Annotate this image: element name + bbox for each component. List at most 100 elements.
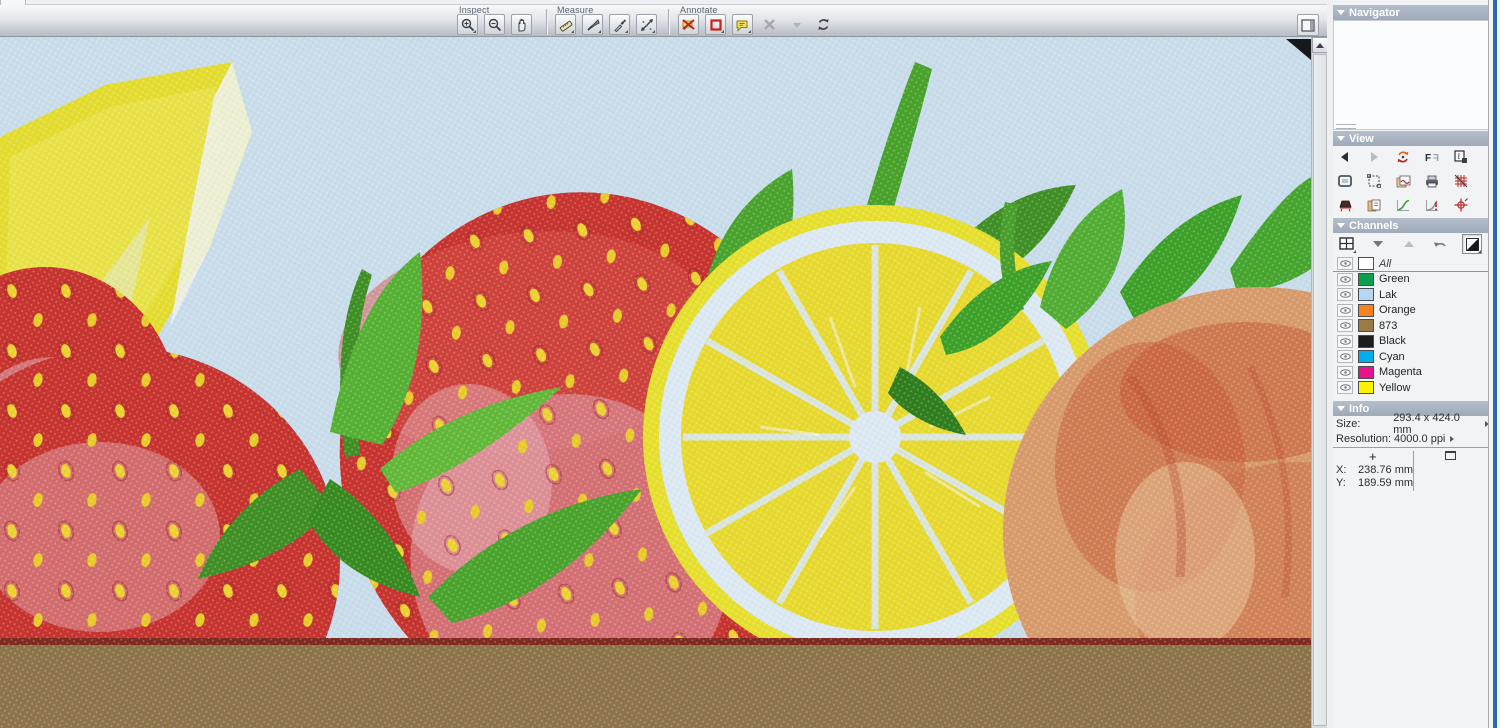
visibility-toggle[interactable]	[1337, 365, 1353, 379]
svg-text:F: F	[1433, 153, 1439, 163]
viewing-lamp-button[interactable]	[1335, 196, 1355, 214]
vertical-scrollbar[interactable]	[1311, 37, 1328, 728]
channel-row-green[interactable]: Green	[1333, 272, 1489, 288]
visibility-toggle[interactable]	[1337, 303, 1353, 317]
eye-icon	[1339, 353, 1351, 361]
channel-swatch	[1358, 319, 1374, 333]
zoom-in-button[interactable]	[457, 14, 478, 35]
caliper-button[interactable]	[582, 14, 603, 35]
y-value: 189.59 mm	[1358, 476, 1414, 489]
moire-grid-button[interactable]	[1451, 172, 1471, 190]
channel-swatch	[1358, 272, 1374, 286]
contrast-view-button[interactable]	[1462, 234, 1482, 254]
curve-warning-button[interactable]	[1422, 196, 1442, 214]
compare-documents-icon	[1367, 199, 1381, 211]
x-label: X:	[1336, 463, 1347, 476]
panel-title: Info	[1349, 402, 1370, 415]
navigator-resize-handle[interactable]	[1336, 124, 1356, 129]
collapse-triangle-icon	[1337, 223, 1345, 228]
visibility-toggle[interactable]	[1337, 381, 1353, 395]
disclosure-icon[interactable]	[1450, 435, 1455, 442]
channel-row-orange[interactable]: Orange	[1333, 303, 1489, 319]
size-row: Size: 293.4 x 424.0 mm	[1333, 412, 1489, 436]
channel-row-cyan[interactable]: Cyan	[1333, 349, 1489, 365]
measure-distance-button[interactable]	[636, 14, 657, 35]
channel-row-yellow[interactable]: Yellow	[1333, 380, 1489, 396]
halftone-fruit-image	[0, 37, 1311, 728]
channel-row-lak[interactable]: Lak	[1333, 287, 1489, 303]
collapse-triangle-icon	[1337, 406, 1345, 411]
view-panel-header[interactable]: View	[1333, 131, 1489, 146]
contrast-icon	[1465, 237, 1479, 251]
channel-name: Yellow	[1379, 381, 1411, 394]
navigator-preview[interactable]	[1333, 20, 1489, 130]
svg-text:I: I	[1458, 152, 1461, 161]
hide-annotations-button[interactable]	[678, 14, 699, 35]
image-canvas[interactable]	[0, 37, 1311, 728]
dropdown-corner-icon	[748, 30, 751, 33]
seamless-repeat-button[interactable]	[1393, 172, 1413, 190]
zoom-out-button[interactable]	[484, 14, 505, 35]
annotation-options-button	[786, 14, 807, 35]
y-label: Y:	[1336, 476, 1346, 489]
mirror-view-button[interactable]: F F	[1422, 148, 1442, 166]
channel-name: Magenta	[1379, 366, 1422, 379]
channel-row-magenta[interactable]: Magenta	[1333, 365, 1489, 381]
visibility-toggle[interactable]	[1337, 257, 1353, 271]
channel-row-all[interactable]: All	[1333, 256, 1489, 272]
channel-table-button[interactable]	[1338, 235, 1356, 253]
dropdown-corner-icon	[571, 30, 574, 33]
move-channel-up-button	[1400, 235, 1418, 253]
dock-border	[1488, 0, 1489, 728]
visibility-toggle[interactable]	[1337, 272, 1353, 286]
visibility-toggle[interactable]	[1337, 288, 1353, 302]
resolution-label: Resolution:	[1336, 432, 1392, 445]
mirror-view-icon: F F	[1425, 153, 1439, 163]
channel-swatch	[1358, 350, 1374, 364]
pan-button[interactable]	[511, 14, 532, 35]
ruler-button[interactable]	[555, 14, 576, 35]
toolbar-group-measure: Measure	[553, 5, 663, 37]
crop-marks-button[interactable]	[1364, 172, 1384, 190]
rectangle-annotation-button[interactable]	[705, 14, 726, 35]
scrollbar-thumb[interactable]	[1313, 54, 1327, 726]
visibility-toggle[interactable]	[1337, 350, 1353, 364]
print-icon	[1426, 175, 1438, 187]
scroll-up-button[interactable]	[1312, 37, 1328, 53]
refresh-annotations-icon	[818, 19, 829, 30]
eye-icon	[1339, 384, 1351, 392]
registration-marks-icon	[1454, 198, 1468, 212]
undo-channels-button[interactable]	[1431, 235, 1449, 253]
dropdown-corner-icon	[1478, 250, 1481, 253]
panel-title: View	[1349, 132, 1374, 145]
refresh-annotations-button[interactable]	[813, 14, 834, 35]
invert-view-button[interactable]: I	[1451, 148, 1471, 166]
zoom-out-icon	[488, 18, 501, 31]
window-border	[1493, 0, 1497, 728]
print-button[interactable]	[1422, 172, 1442, 190]
cursor-y-row: Y: 189.59 mm	[1336, 476, 1413, 489]
eyedropper-button[interactable]	[609, 14, 630, 35]
navigator-panel-header[interactable]: Navigator	[1333, 5, 1489, 20]
move-channel-down-button[interactable]	[1369, 235, 1387, 253]
crop-marks-icon	[1367, 174, 1381, 188]
channel-name: Lak	[1379, 288, 1397, 301]
delete-annotation-icon	[764, 19, 775, 30]
visibility-toggle[interactable]	[1337, 319, 1353, 333]
show-mask-button[interactable]	[1335, 172, 1355, 190]
panel-toggle-button[interactable]	[1297, 14, 1319, 36]
eye-icon	[1339, 275, 1351, 283]
channels-toolbar	[1333, 233, 1489, 255]
compare-documents-button[interactable]	[1364, 196, 1384, 214]
channel-row-873[interactable]: 873	[1333, 318, 1489, 334]
resolution-value: 4000.0 ppi	[1394, 432, 1446, 445]
channel-row-black[interactable]: Black	[1333, 334, 1489, 350]
previous-view-button[interactable]	[1335, 148, 1355, 166]
next-view-button[interactable]	[1364, 148, 1384, 166]
tone-curve-button[interactable]	[1393, 196, 1413, 214]
visibility-toggle[interactable]	[1337, 334, 1353, 348]
rotate-view-button[interactable]	[1393, 148, 1413, 166]
registration-marks-button[interactable]	[1451, 196, 1471, 214]
note-annotation-button[interactable]	[732, 14, 753, 35]
channels-panel-header[interactable]: Channels	[1333, 218, 1489, 233]
